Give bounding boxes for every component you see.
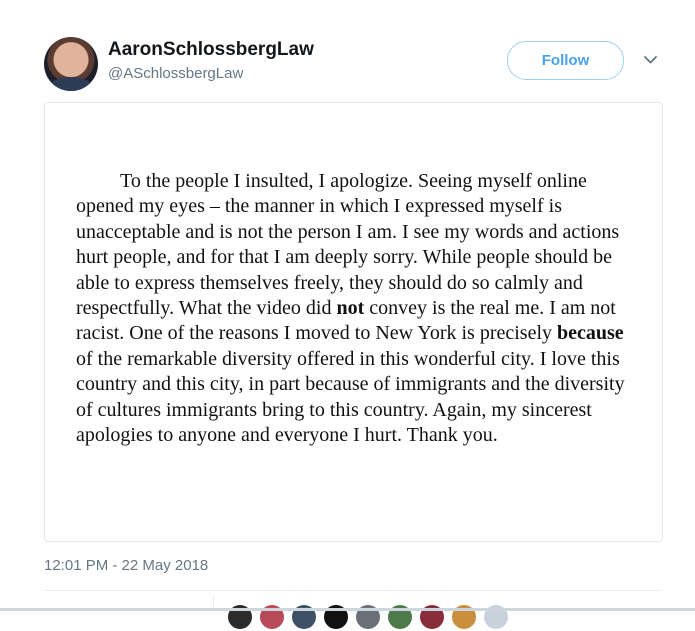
follow-button[interactable]: Follow — [507, 41, 624, 80]
statement-part-3: of the remarkable diversity offered in t… — [76, 347, 625, 447]
divider — [44, 590, 661, 591]
display-name[interactable]: AaronSchlossbergLaw — [108, 39, 314, 61]
avatar-shirt — [50, 77, 92, 91]
statement-image[interactable]: To the people I insulted, I apologize. S… — [44, 102, 663, 542]
apology-statement: To the people I insulted, I apologize. S… — [76, 169, 641, 448]
user-handle[interactable]: @ASchlossbergLaw — [108, 65, 243, 82]
statement-bold-because: because — [557, 322, 624, 345]
statement-bold-not: not — [336, 297, 365, 320]
tweet-header: AaronSchlossbergLaw @ASchlossbergLaw Fol… — [0, 0, 695, 100]
avatar[interactable] — [44, 37, 98, 91]
tweet-timestamp[interactable]: 12:01 PM - 22 May 2018 — [44, 557, 208, 574]
chevron-down-icon[interactable] — [643, 52, 658, 67]
statement-paragraph: To the people I insulted, I apologize. S… — [76, 169, 641, 448]
